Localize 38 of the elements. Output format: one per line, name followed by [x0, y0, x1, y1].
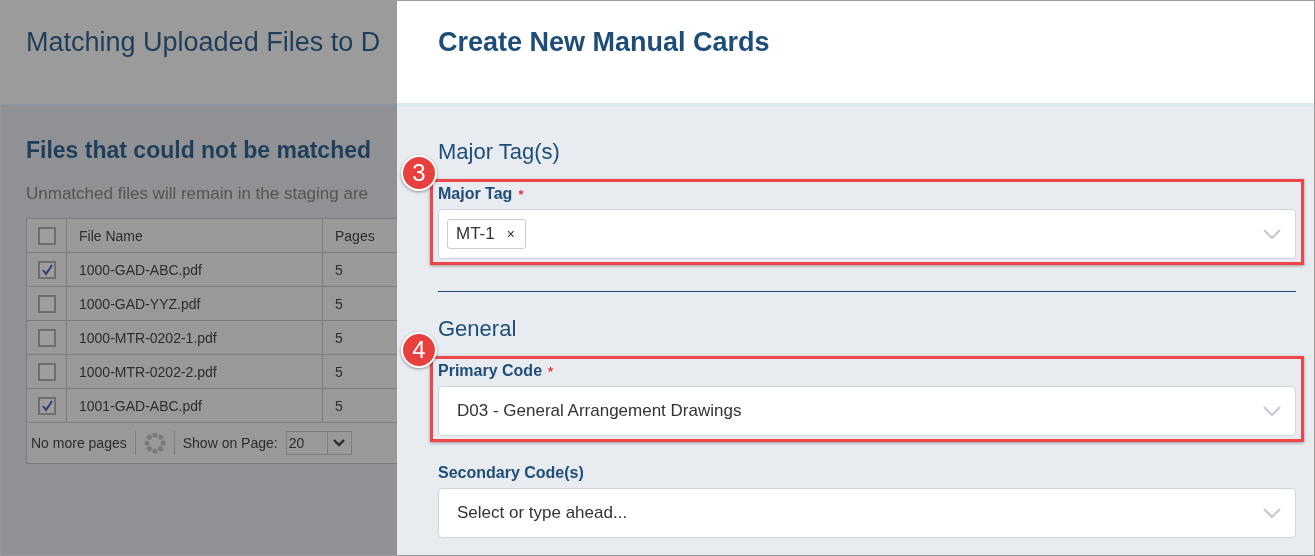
table-cell: 1000-MTR-0202-2.pdf	[67, 355, 323, 388]
table-cell: 1001-GAD-ABC.pdf	[67, 389, 323, 422]
field-label: Primary Code *	[438, 362, 554, 380]
table-cell: 1000-GAD-YYZ.pdf	[67, 287, 323, 320]
required-mark: *	[548, 364, 554, 379]
chevron-down-icon	[333, 439, 346, 447]
checkbox[interactable]	[37, 396, 56, 415]
required-mark: *	[518, 187, 524, 202]
remove-tag-button[interactable]: ×	[506, 226, 515, 242]
field-label: Secondary Code(s)	[438, 464, 584, 482]
chevron-down-icon	[1263, 508, 1281, 518]
panel-title: Create New Manual Cards	[438, 27, 771, 58]
section-title: Files that could not be matched	[26, 137, 373, 164]
checkbox[interactable]	[37, 260, 56, 279]
description-text: Unmatched files will remain in the staging are	[26, 184, 370, 204]
checkbox[interactable]	[37, 226, 56, 245]
page-size-select[interactable]: 20	[285, 431, 352, 455]
spinner-icon	[143, 432, 166, 454]
page-title: Matching Uploaded Files to D	[26, 27, 381, 57]
checkbox[interactable]	[37, 328, 56, 347]
select-field[interactable]: Select or type ahead...	[438, 488, 1296, 538]
checkbox[interactable]	[37, 294, 56, 313]
chevron-down-icon	[1263, 229, 1281, 239]
checkbox[interactable]	[37, 362, 56, 381]
select-field[interactable]: D03 - General Arrangement Drawings	[438, 386, 1296, 436]
step-number: 3	[401, 155, 437, 191]
section-heading: Major Tag(s)	[438, 139, 561, 165]
section-heading: General	[438, 316, 518, 342]
field-label: Major Tag *	[438, 185, 524, 203]
page-size-label: Show on Page:	[182, 435, 278, 451]
table-cell: 1000-MTR-0202-1.pdf	[67, 321, 323, 354]
pagination-status: No more pages	[31, 435, 127, 451]
tag-chip: MT-1 ×	[447, 219, 526, 249]
chevron-down-icon	[1263, 406, 1281, 416]
table-cell: 1000-GAD-ABC.pdf	[67, 253, 323, 286]
step-number: 4	[401, 332, 437, 368]
column-header: File Name	[67, 219, 323, 252]
tag-select-field[interactable]: MT-1 ×	[438, 209, 1296, 259]
